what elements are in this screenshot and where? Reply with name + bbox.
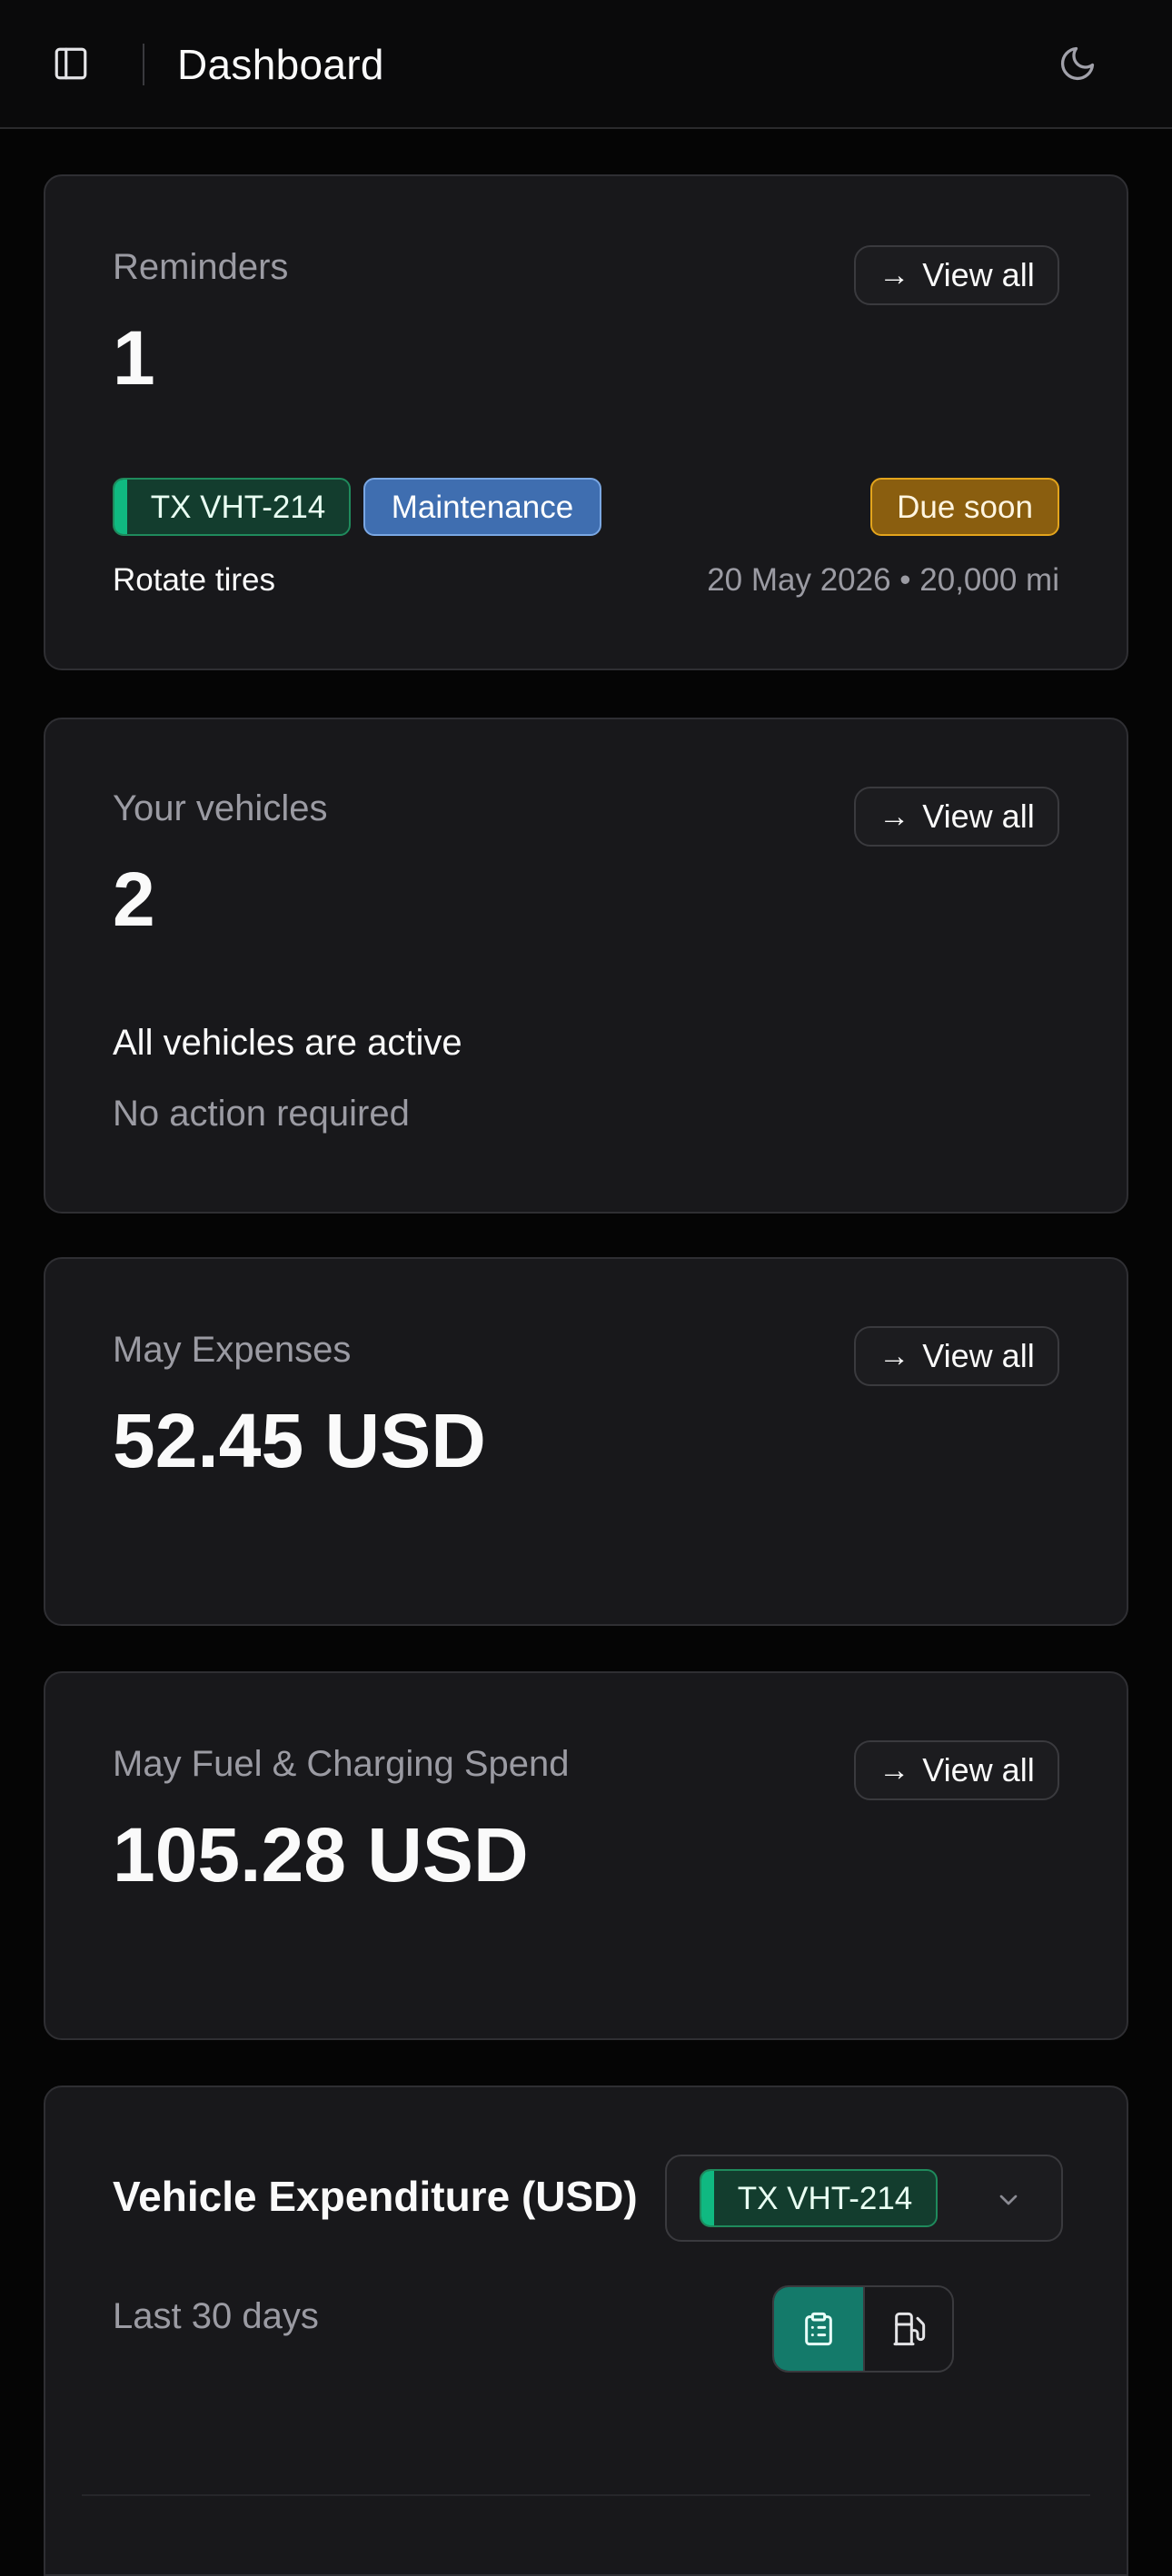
selected-vehicle-label: TX VHT-214 bbox=[737, 2180, 913, 2216]
vehicles-card: Your vehicles → View all 2 All vehicles … bbox=[44, 718, 1128, 1214]
plate-label: TX VHT-214 bbox=[150, 489, 326, 525]
selected-vehicle-badge: TX VHT-214 bbox=[700, 2169, 938, 2227]
sidebar-toggle-icon bbox=[55, 47, 87, 80]
sidebar-toggle-button[interactable] bbox=[51, 44, 91, 84]
arrow-right-icon: → bbox=[879, 799, 910, 834]
reminder-due: 20 May 2026 • 20,000 mi bbox=[707, 562, 1059, 598]
expenses-amount: 52.45 USD bbox=[113, 1398, 486, 1483]
fuel-toggle-button[interactable] bbox=[863, 2287, 952, 2371]
expenses-view-all-button[interactable]: → View all bbox=[854, 1326, 1059, 1386]
reminder-task: Rotate tires bbox=[113, 562, 275, 598]
category-badge: Maintenance bbox=[363, 478, 601, 536]
vehicle-plate-badge: TX VHT-214 bbox=[113, 478, 351, 536]
view-all-label: View all bbox=[922, 1337, 1035, 1374]
vehicles-view-all-button[interactable]: → View all bbox=[854, 787, 1059, 847]
view-all-label: View all bbox=[922, 1751, 1035, 1788]
expenditure-title: Vehicle Expenditure (USD) bbox=[113, 2173, 638, 2220]
arrow-right-icon: → bbox=[879, 1753, 910, 1788]
vehicles-status-title: All vehicles are active bbox=[113, 1023, 462, 1063]
moon-icon bbox=[1060, 46, 1095, 81]
vehicles-label: Your vehicles bbox=[113, 788, 328, 828]
reminders-count: 1 bbox=[113, 315, 155, 401]
view-all-label: View all bbox=[922, 256, 1035, 293]
fuel-label: May Fuel & Charging Spend bbox=[113, 1744, 570, 1784]
expenditure-card: Vehicle Expenditure (USD) TX VHT-214 Las… bbox=[44, 2086, 1128, 2576]
arrow-right-icon: → bbox=[879, 1339, 910, 1373]
expenditure-period: Last 30 days bbox=[113, 2296, 319, 2336]
maintenance-toggle-button[interactable] bbox=[774, 2287, 863, 2371]
top-bar: Dashboard bbox=[0, 0, 1172, 129]
fuel-view-all-button[interactable]: → View all bbox=[854, 1740, 1059, 1800]
vehicle-select[interactable]: TX VHT-214 bbox=[665, 2155, 1063, 2242]
view-all-label: View all bbox=[922, 798, 1035, 835]
vehicles-status-sub: No action required bbox=[113, 1094, 410, 1134]
reminders-card: Reminders → View all 1 TX VHT-214 Mainte… bbox=[44, 174, 1128, 670]
expenditure-type-toggle bbox=[772, 2285, 954, 2373]
status-badge: Due soon bbox=[870, 478, 1059, 536]
clipboard-list-icon bbox=[805, 2312, 832, 2346]
card-divider bbox=[82, 2494, 1090, 2496]
expenses-label: May Expenses bbox=[113, 1330, 352, 1370]
fuel-card: May Fuel & Charging Spend → View all 105… bbox=[44, 1671, 1128, 2040]
plate-accent-stripe bbox=[701, 2171, 714, 2225]
page-title: Dashboard bbox=[177, 41, 384, 88]
fuel-amount: 105.28 USD bbox=[113, 1812, 529, 1897]
fuel-pump-icon bbox=[893, 2312, 926, 2346]
reminders-label: Reminders bbox=[113, 247, 289, 287]
chevron-down-icon bbox=[999, 2195, 1018, 2205]
vehicles-count: 2 bbox=[113, 857, 155, 942]
expenses-card: May Expenses → View all 52.45 USD bbox=[44, 1257, 1128, 1626]
header-divider bbox=[143, 44, 144, 85]
plate-accent-stripe bbox=[114, 480, 127, 534]
theme-toggle-button[interactable] bbox=[1058, 44, 1098, 84]
arrow-right-icon: → bbox=[879, 258, 910, 292]
reminders-view-all-button[interactable]: → View all bbox=[854, 245, 1059, 305]
